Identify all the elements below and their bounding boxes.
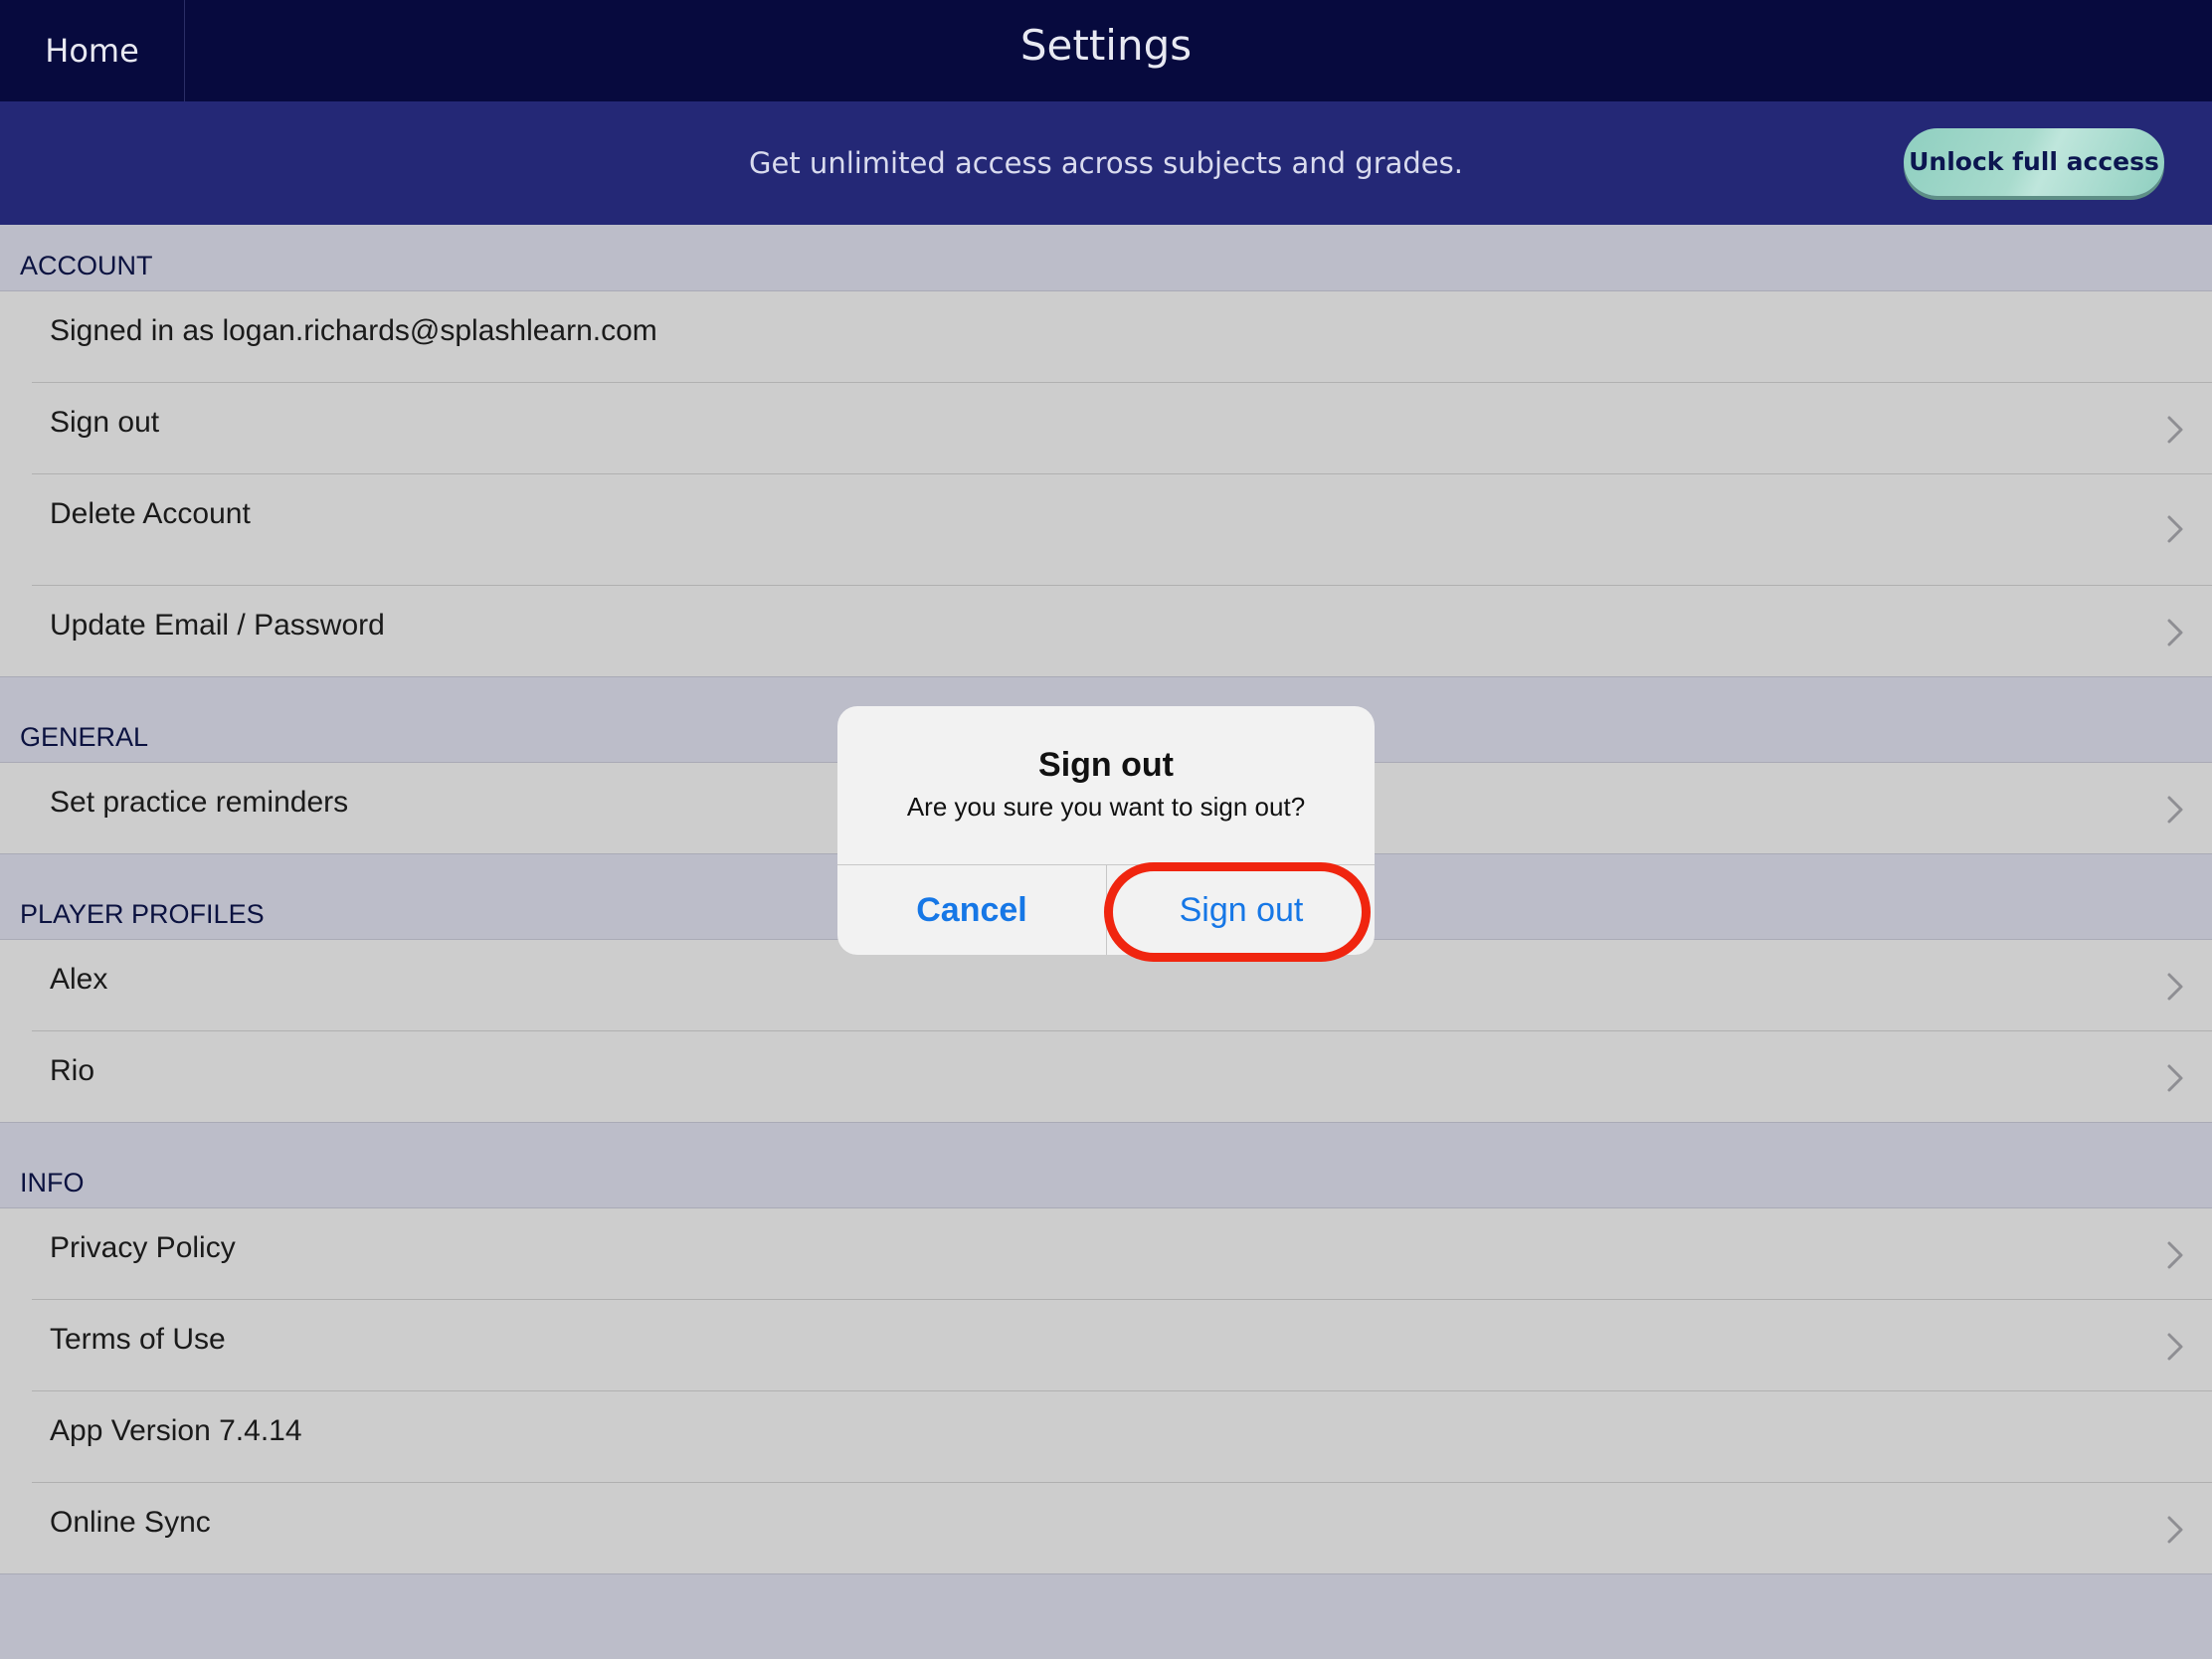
dialog-title: Sign out bbox=[1038, 746, 1174, 784]
cancel-button[interactable]: Cancel bbox=[837, 865, 1106, 955]
dialog-message: Are you sure you want to sign out? bbox=[906, 792, 1306, 822]
highlight-annotation bbox=[1104, 862, 1371, 962]
